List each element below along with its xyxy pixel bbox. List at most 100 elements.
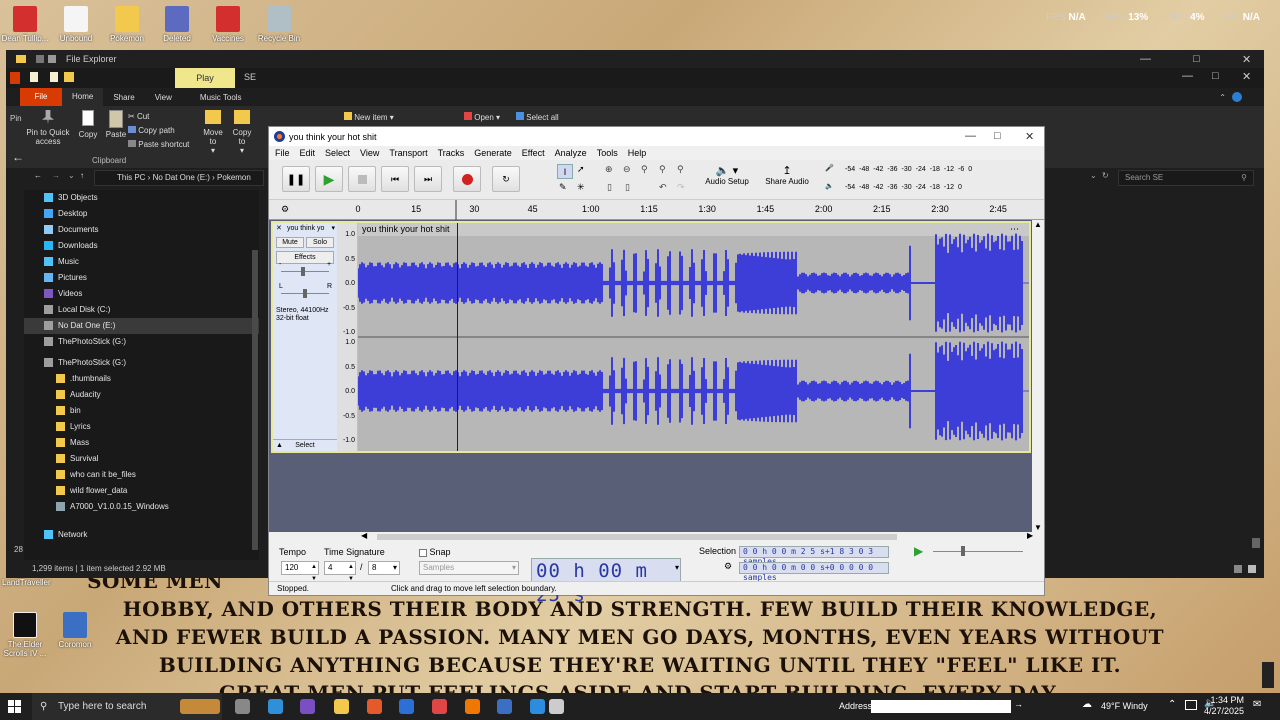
zoom-in-icon[interactable]: ⊕: [605, 164, 613, 175]
desktop-icon-elder-scrolls[interactable]: The Elder Scrolls IV ...: [0, 612, 50, 658]
loop-button[interactable]: ↻: [492, 166, 520, 192]
menu-analyze[interactable]: Analyze: [555, 146, 587, 160]
explorer-note2-icon[interactable]: [50, 72, 58, 82]
effects-button[interactable]: Effects: [276, 251, 334, 264]
redo-icon[interactable]: ↷: [677, 182, 685, 193]
menu-help[interactable]: Help: [628, 146, 647, 160]
taskbar-app-icon[interactable]: [334, 699, 349, 714]
nav-item[interactable]: Downloads: [24, 238, 259, 254]
nav-scrollbar[interactable]: [252, 250, 258, 550]
share-audio-button[interactable]: ↥ Share Audio: [763, 164, 811, 186]
audio-setup-button[interactable]: 🔈 ▾ Audio Setup: [703, 164, 751, 186]
record-meter[interactable]: 🎤 -54 -48 -42 -36 -30 -24 -18 -12 -6 0: [825, 164, 1003, 178]
tab-view[interactable]: View: [145, 93, 182, 102]
selection-start-field[interactable]: 0 0 h 0 0 m 2 5 s+1 8 3 0 3 samples: [739, 546, 889, 566]
nav-item[interactable]: Audacity: [24, 387, 259, 403]
search-input[interactable]: Search SE ⚲: [1118, 170, 1254, 186]
left-edge-arrow-icon[interactable]: ←: [12, 150, 24, 164]
solo-button[interactable]: Solo: [306, 237, 334, 248]
taskbar-app-icon[interactable]: [497, 699, 512, 714]
minimize-icon-2[interactable]: —: [1182, 70, 1193, 82]
playback-meter[interactable]: 🔈 -54 -48 -42 -36 -30 -24 -18 -12 0: [825, 182, 1003, 196]
tray-chevron-icon[interactable]: ⌃: [1168, 699, 1176, 710]
nav-item[interactable]: wild flower_data: [24, 483, 259, 499]
mute-button[interactable]: Mute: [276, 237, 304, 248]
scroll-right-icon[interactable]: ▶: [1027, 531, 1033, 540]
time-signature-denominator[interactable]: 8 ▾: [368, 561, 400, 575]
copy-button[interactable]: Copy: [76, 110, 100, 139]
skip-start-button[interactable]: ⏮: [381, 166, 409, 192]
breadcrumb-drive[interactable]: No Dat One (E:): [153, 173, 210, 182]
desktop-icon-1[interactable]: Unbound: [51, 6, 101, 43]
desktop-icon-4[interactable]: Vaccines: [203, 6, 253, 43]
nav-item[interactable]: who can it be_files: [24, 467, 259, 483]
scroll-left-icon[interactable]: ◀: [361, 531, 367, 540]
tab-play[interactable]: Play: [175, 68, 235, 88]
snap-checkbox[interactable]: Snap: [419, 547, 451, 557]
breadcrumb-pokemon[interactable]: Pokemon: [217, 173, 251, 182]
desktop-scroll-indicator[interactable]: [1262, 662, 1274, 688]
play-at-speed-icon[interactable]: ▶: [914, 544, 923, 558]
track-area[interactable]: ✕ you think yo ▾ Mute Solo Effects - + L…: [269, 220, 1032, 532]
silence-icon[interactable]: ▯: [625, 182, 630, 193]
tab-music-tools[interactable]: Music Tools: [190, 93, 252, 102]
nav-item[interactable]: ThePhotoStick (G:): [24, 355, 259, 371]
notification-icon[interactable]: ✉: [1253, 699, 1261, 710]
paste-button[interactable]: Paste: [103, 110, 129, 139]
stop-button[interactable]: [348, 166, 376, 192]
desktop-icon-5[interactable]: Recycle Bin: [254, 6, 304, 43]
weather-text[interactable]: 49°F Windy: [1101, 701, 1148, 711]
scroll-thumb[interactable]: [377, 534, 897, 540]
tab-share[interactable]: Share: [103, 93, 144, 102]
weather-icon[interactable]: ☁: [1082, 699, 1092, 710]
select-all-button[interactable]: Select all: [516, 112, 559, 122]
breadcrumb-this-pc[interactable]: This PC: [117, 173, 145, 182]
refresh-icon[interactable]: ↻: [1102, 171, 1109, 180]
zoom-out-icon[interactable]: ⊖: [623, 164, 631, 175]
cut-button[interactable]: ✂ Cut: [128, 112, 149, 121]
tab-file[interactable]: File: [20, 88, 62, 106]
nav-item[interactable]: No Dat One (E:): [24, 318, 259, 334]
nav-item[interactable]: Pictures: [24, 270, 259, 286]
tiles-view-icon[interactable]: [1248, 565, 1256, 573]
maximize-icon[interactable]: □: [1193, 53, 1200, 65]
track-close-icon[interactable]: ✕: [276, 223, 282, 235]
scroll-down-icon[interactable]: ▼: [1034, 523, 1042, 532]
track-select-button[interactable]: ▲ Select: [273, 439, 337, 451]
trim-icon[interactable]: ▯: [607, 182, 612, 193]
dropdown-chevron-icon[interactable]: ⌄: [1090, 171, 1097, 180]
play-button[interactable]: ▶: [315, 166, 343, 192]
nav-item[interactable]: A7000_V1.0.0.15_Windows: [24, 499, 259, 515]
timeline-ruler[interactable]: ⚙ 0 15 30 45 1:00 1:15 1:30 1:45 2:00 2:15 2:30 2:4…: [269, 200, 1044, 220]
address-go-icon[interactable]: →: [1014, 699, 1023, 709]
desktop-icon-landtraveller-label[interactable]: LandTraveller: [2, 578, 51, 587]
recent-chevron-icon[interactable]: ⌄: [68, 171, 75, 180]
menu-view[interactable]: View: [360, 146, 379, 160]
menu-file[interactable]: File: [275, 146, 290, 160]
waveform-area[interactable]: you think your hot shit ⋯: [358, 223, 1029, 451]
explorer-save-icon[interactable]: [36, 55, 44, 63]
horizontal-scrollbar[interactable]: ◀ ▶: [269, 531, 1044, 542]
nav-item[interactable]: Network: [24, 527, 259, 543]
track-name-bar[interactable]: ✕ you think yo ▾: [273, 223, 337, 235]
menu-generate[interactable]: Generate: [474, 146, 512, 160]
pause-button[interactable]: ❚❚: [282, 166, 310, 192]
selection-settings-icon[interactable]: ⚙: [724, 561, 732, 572]
up-arrow-icon[interactable]: ↑: [80, 171, 84, 180]
menu-edit[interactable]: Edit: [300, 146, 316, 160]
scroll-up-icon[interactable]: ▲: [1034, 220, 1042, 229]
address-toolbar-input[interactable]: [871, 700, 1011, 713]
playhead-cursor[interactable]: [457, 223, 458, 451]
audacity-minimize-icon[interactable]: —: [965, 130, 976, 142]
explorer-note-icon[interactable]: [30, 72, 38, 82]
taskbar-app-icon[interactable]: [268, 699, 283, 714]
nav-item[interactable]: Music: [24, 254, 259, 270]
main-scrollbar[interactable]: [1252, 538, 1260, 548]
nav-item[interactable]: Local Disk (C:): [24, 302, 259, 318]
draw-tool-icon[interactable]: ✎: [559, 182, 567, 193]
start-button[interactable]: [8, 700, 22, 714]
menu-effect[interactable]: Effect: [522, 146, 545, 160]
audacity-close-icon[interactable]: ✕: [1025, 130, 1034, 143]
open-button[interactable]: Open ▾: [464, 112, 500, 122]
taskbar-app-icon[interactable]: [399, 699, 414, 714]
